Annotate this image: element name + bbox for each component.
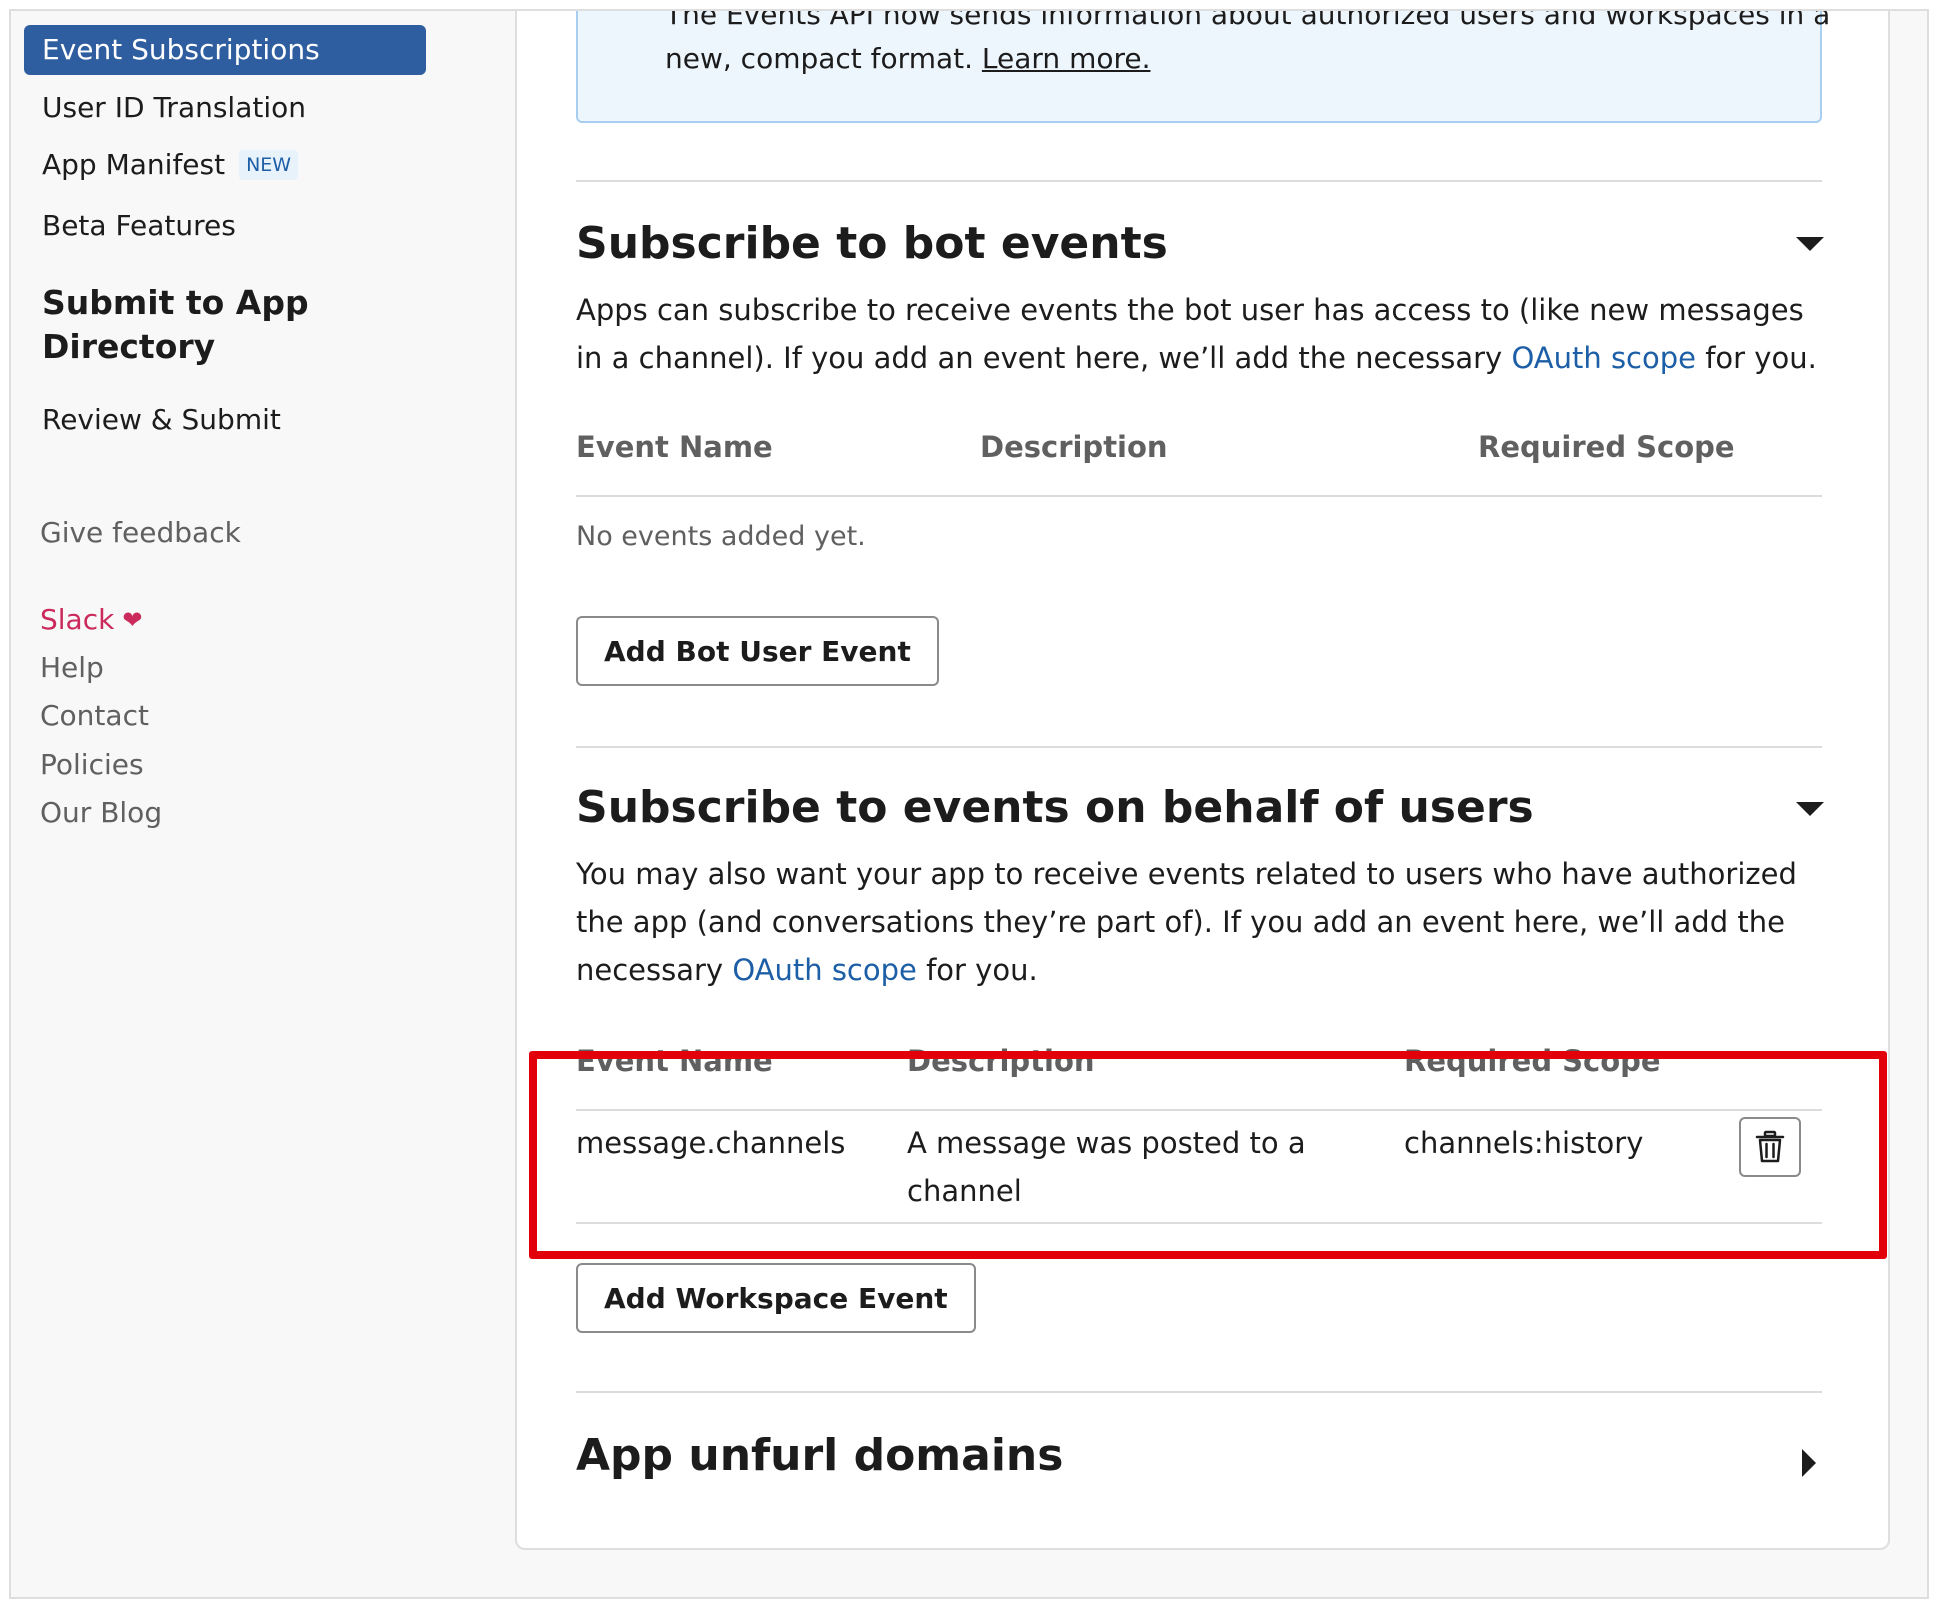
col-description: Description (980, 430, 1168, 464)
remove-event-button[interactable] (1739, 1117, 1801, 1177)
notice-text: The Events API now sends information abo… (665, 9, 1835, 81)
sidebar: Event Subscriptions User ID Translation … (11, 11, 511, 1597)
notice-message: The Events API now sends information abo… (665, 9, 1831, 75)
learn-more-link[interactable]: Learn more. (982, 42, 1151, 75)
contact-link[interactable]: Contact (40, 696, 149, 736)
divider (576, 180, 1822, 182)
empty-state: No events added yet. (576, 521, 866, 552)
event-scope: channels:history (1404, 1126, 1644, 1160)
col-required-scope: Required Scope (1404, 1044, 1661, 1078)
help-link[interactable]: Help (40, 648, 104, 688)
table-row-divider (576, 1222, 1822, 1224)
sidebar-item-review-submit[interactable]: Review & Submit (42, 400, 281, 440)
submit-heading: Submit to App Directory (42, 283, 309, 366)
add-workspace-event-button[interactable]: Add Workspace Event (576, 1263, 976, 1333)
heart-icon: ❤ (122, 606, 143, 634)
oauth-scope-link[interactable]: OAuth scope (1511, 341, 1696, 375)
col-required-scope: Required Scope (1478, 430, 1735, 464)
give-feedback-link[interactable]: Give feedback (40, 513, 241, 553)
add-bot-user-event-button[interactable]: Add Bot User Event (576, 616, 939, 686)
divider (576, 1391, 1822, 1393)
bot-events-description: Apps can subscribe to receive events the… (576, 286, 1826, 382)
blog-link[interactable]: Our Blog (40, 793, 162, 833)
main-card: The Events API now sends information abo… (515, 9, 1890, 1550)
trash-icon (1755, 1130, 1785, 1163)
event-name-link[interactable]: message.channels (576, 1119, 845, 1167)
user-events-description: You may also want your app to receive ev… (576, 850, 1826, 994)
sidebar-item-event-subscriptions[interactable]: Event Subscriptions (24, 25, 426, 75)
oauth-scope-link[interactable]: OAuth scope (732, 953, 917, 987)
user-events-title: Subscribe to events on behalf of users (576, 782, 1534, 833)
slack-link[interactable]: Slack ❤ (40, 600, 142, 640)
bot-events-title: Subscribe to bot events (576, 218, 1168, 269)
caret-down-icon[interactable] (1796, 802, 1824, 816)
col-description: Description (907, 1044, 1095, 1078)
sidebar-item-beta-features[interactable]: Beta Features (42, 206, 236, 246)
col-event-name: Event Name (576, 430, 773, 464)
slack-link-label: Slack (40, 603, 115, 636)
sidebar-item-user-id-translation[interactable]: User ID Translation (42, 88, 306, 128)
sidebar-item-label: App Manifest (42, 148, 226, 181)
col-event-name: Event Name (576, 1044, 773, 1078)
app-frame: Event Subscriptions User ID Translation … (9, 9, 1929, 1599)
bot-events-desc-end: for you. (1705, 341, 1817, 375)
table-header-divider (576, 1109, 1822, 1111)
caret-right-icon[interactable] (1802, 1449, 1816, 1477)
new-badge: NEW (239, 150, 299, 180)
user-events-desc-end: for you. (926, 953, 1038, 987)
unfurl-domains-title: App unfurl domains (576, 1430, 1064, 1481)
table-header-divider (576, 495, 1822, 497)
sidebar-item-app-manifest[interactable]: App Manifest NEW (42, 145, 299, 185)
caret-down-icon[interactable] (1796, 237, 1824, 251)
policies-link[interactable]: Policies (40, 745, 144, 785)
divider (576, 746, 1822, 748)
event-description: A message was posted to a channel (907, 1126, 1306, 1208)
